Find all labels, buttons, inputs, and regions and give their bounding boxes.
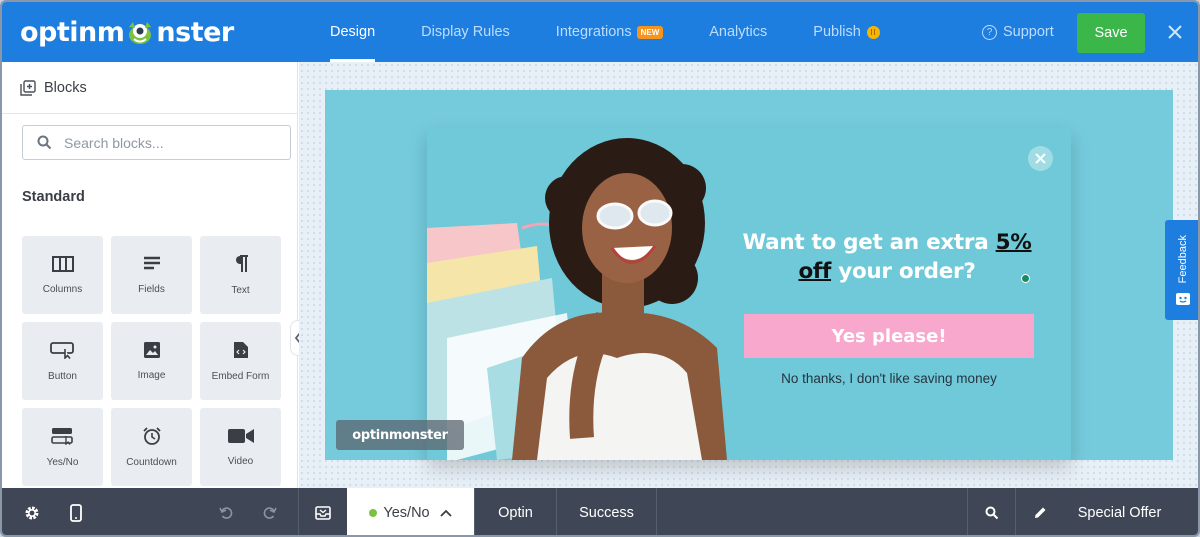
search-icon bbox=[37, 135, 52, 150]
woman-with-shopping-bags-photo bbox=[427, 128, 727, 460]
selection-handle[interactable] bbox=[1021, 274, 1030, 283]
no-thanks-link[interactable]: No thanks, I don't like saving money bbox=[744, 371, 1034, 386]
undo-icon[interactable] bbox=[212, 488, 240, 535]
block-yes-no[interactable]: Yes/No bbox=[22, 408, 103, 486]
blocks-grid: Columns Fields Text Button Image Embed F… bbox=[22, 236, 281, 486]
block-label: Columns bbox=[42, 283, 83, 295]
block-label: Text bbox=[231, 284, 250, 296]
block-label: Embed Form bbox=[211, 370, 270, 382]
logo-text-right: nster bbox=[156, 16, 234, 48]
popup-headline[interactable]: Want to get an extra 5% off your order? bbox=[737, 228, 1037, 286]
campaign-popup[interactable]: Want to get an extra 5% off your order? Y… bbox=[427, 128, 1071, 460]
block-label: Button bbox=[48, 370, 77, 382]
headline-highlight-percent: 5% bbox=[995, 230, 1032, 255]
section-heading-standard: Standard bbox=[22, 189, 85, 205]
block-label: Yes/No bbox=[46, 456, 79, 468]
popup-close-icon[interactable] bbox=[1028, 146, 1053, 171]
block-label: Image bbox=[137, 369, 166, 381]
mobile-preview-icon[interactable] bbox=[60, 488, 92, 535]
tab-design[interactable]: Design bbox=[330, 2, 376, 62]
block-label: Countdown bbox=[126, 456, 177, 468]
inbox-views-icon[interactable] bbox=[299, 488, 347, 535]
campaign-name[interactable]: Special Offer bbox=[1062, 488, 1177, 535]
monster-mascot-icon bbox=[125, 18, 155, 46]
image-icon bbox=[143, 341, 160, 358]
countdown-icon bbox=[142, 426, 161, 445]
columns-icon bbox=[51, 255, 74, 272]
block-button[interactable]: Button bbox=[22, 322, 103, 400]
redo-icon[interactable] bbox=[256, 488, 284, 535]
embed-form-icon bbox=[233, 341, 248, 358]
tab-label: Display Rules bbox=[421, 24, 510, 40]
add-block-icon bbox=[20, 79, 36, 96]
block-fields[interactable]: Fields bbox=[111, 236, 192, 314]
tab-analytics[interactable]: Analytics bbox=[709, 2, 767, 62]
save-button[interactable]: Save bbox=[1077, 13, 1145, 53]
yes-please-button[interactable]: Yes please! bbox=[744, 314, 1034, 358]
tab-optin[interactable]: Optin bbox=[475, 488, 556, 535]
paragraph-icon bbox=[235, 254, 248, 272]
bottom-toolbar: Yes/No Optin Success Special Offer bbox=[2, 488, 1198, 535]
preview-stage: Want to get an extra 5% off your order? Y… bbox=[325, 90, 1173, 460]
headline-highlight-off: off bbox=[798, 259, 832, 284]
search-icon[interactable] bbox=[968, 488, 1015, 535]
tab-label: Integrations bbox=[555, 24, 632, 40]
video-icon bbox=[227, 428, 254, 443]
button-icon bbox=[49, 341, 74, 359]
block-text[interactable]: Text bbox=[200, 236, 281, 314]
active-status-dot bbox=[369, 508, 378, 517]
search-blocks-input[interactable] bbox=[64, 134, 264, 151]
design-canvas: Want to get an extra 5% off your order? Y… bbox=[299, 62, 1198, 488]
help-circle-icon: ? bbox=[982, 24, 997, 40]
chevron-up-icon bbox=[439, 509, 452, 517]
tab-label: Success bbox=[579, 504, 634, 521]
new-badge: NEW bbox=[636, 25, 664, 39]
tab-publish[interactable]: Publish bbox=[813, 2, 880, 62]
app-window: optinm nster Design Display Rules Integr… bbox=[0, 0, 1200, 537]
feedback-label: Feedback bbox=[1176, 234, 1189, 284]
tab-integrations[interactable]: Integrations NEW bbox=[555, 2, 664, 62]
block-image[interactable]: Image bbox=[111, 322, 192, 400]
support-label: Support bbox=[1003, 24, 1054, 40]
main-nav: Design Display Rules Integrations NEW An… bbox=[312, 2, 880, 62]
block-label: Fields bbox=[138, 283, 165, 295]
sidebar-title: Blocks bbox=[44, 79, 87, 96]
optinmonster-logo[interactable]: optinm nster bbox=[20, 14, 234, 50]
block-embed-form[interactable]: Embed Form bbox=[200, 322, 281, 400]
tab-label: Analytics bbox=[709, 24, 768, 40]
feedback-tab[interactable]: Feedback bbox=[1165, 220, 1198, 320]
support-link[interactable]: ? Support bbox=[982, 2, 1054, 62]
blocks-sidebar: Blocks Standard Columns Fields Text bbox=[2, 62, 306, 488]
block-countdown[interactable]: Countdown bbox=[111, 408, 192, 486]
pause-status-icon bbox=[866, 25, 880, 39]
block-columns[interactable]: Columns bbox=[22, 236, 103, 314]
fields-icon bbox=[143, 256, 160, 269]
headline-part1: Want to get an extra bbox=[742, 230, 996, 255]
close-icon[interactable] bbox=[1165, 22, 1185, 42]
divider bbox=[656, 488, 657, 535]
top-navigation-bar: optinm nster Design Display Rules Integr… bbox=[2, 2, 1198, 62]
settings-gear-icon[interactable] bbox=[16, 488, 48, 535]
search-blocks-box[interactable] bbox=[22, 125, 291, 160]
logo-text-left: optinm bbox=[20, 16, 125, 48]
block-video[interactable]: Video bbox=[200, 408, 281, 486]
feedback-face-icon bbox=[1175, 293, 1190, 306]
tab-yes-no[interactable]: Yes/No bbox=[347, 488, 474, 535]
sidebar-header: Blocks bbox=[2, 62, 297, 114]
divider bbox=[1015, 488, 1016, 535]
tab-label: Design bbox=[330, 24, 376, 40]
edit-pencil-icon[interactable] bbox=[1026, 488, 1054, 535]
tab-label: Publish bbox=[813, 24, 861, 40]
tab-success[interactable]: Success bbox=[557, 488, 656, 535]
tab-label: Optin bbox=[498, 504, 533, 521]
tab-label: Yes/No bbox=[383, 504, 430, 521]
optinmonster-branding-badge[interactable]: optinmonster bbox=[336, 420, 464, 450]
block-label: Video bbox=[227, 455, 254, 467]
tab-display-rules[interactable]: Display Rules bbox=[421, 2, 510, 62]
yes-no-icon bbox=[50, 427, 73, 445]
headline-part2: your order? bbox=[831, 259, 976, 284]
